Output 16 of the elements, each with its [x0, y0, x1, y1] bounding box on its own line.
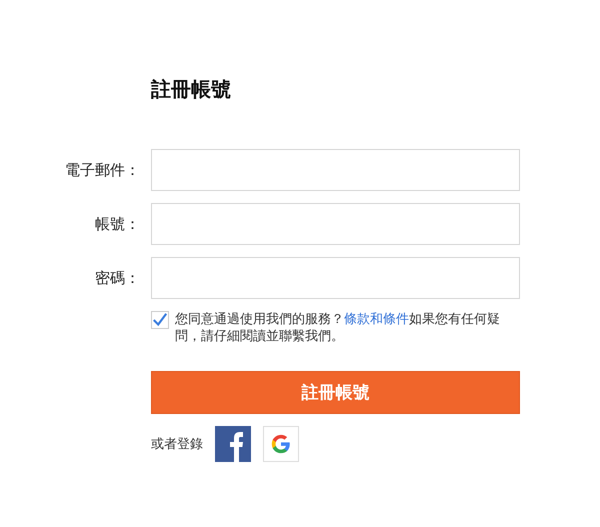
terms-link[interactable]: 條款和條件 [344, 312, 409, 327]
agreement-text: 您同意通過使用我們的服務？條款和條件如果您有任何疑問，請仔細閱讀並聯繫我們。 [175, 311, 501, 345]
form-title: 註冊帳號 [151, 76, 232, 103]
checkbox[interactable] [151, 311, 169, 329]
field-label: 電子郵件： [64, 160, 140, 180]
google-icon [270, 433, 292, 455]
field-label: 密碼： [94, 268, 140, 288]
input-field[interactable] [151, 149, 520, 191]
register-button[interactable]: 註冊帳號 [151, 371, 520, 414]
facebook-login-button[interactable] [215, 426, 251, 462]
input-field[interactable] [151, 203, 520, 245]
field-label: 帳號： [94, 214, 140, 234]
facebook-icon [215, 426, 251, 462]
login-with-label: 或者登錄 [151, 436, 203, 453]
google-login-button[interactable] [263, 426, 299, 462]
input-field[interactable] [151, 257, 520, 299]
